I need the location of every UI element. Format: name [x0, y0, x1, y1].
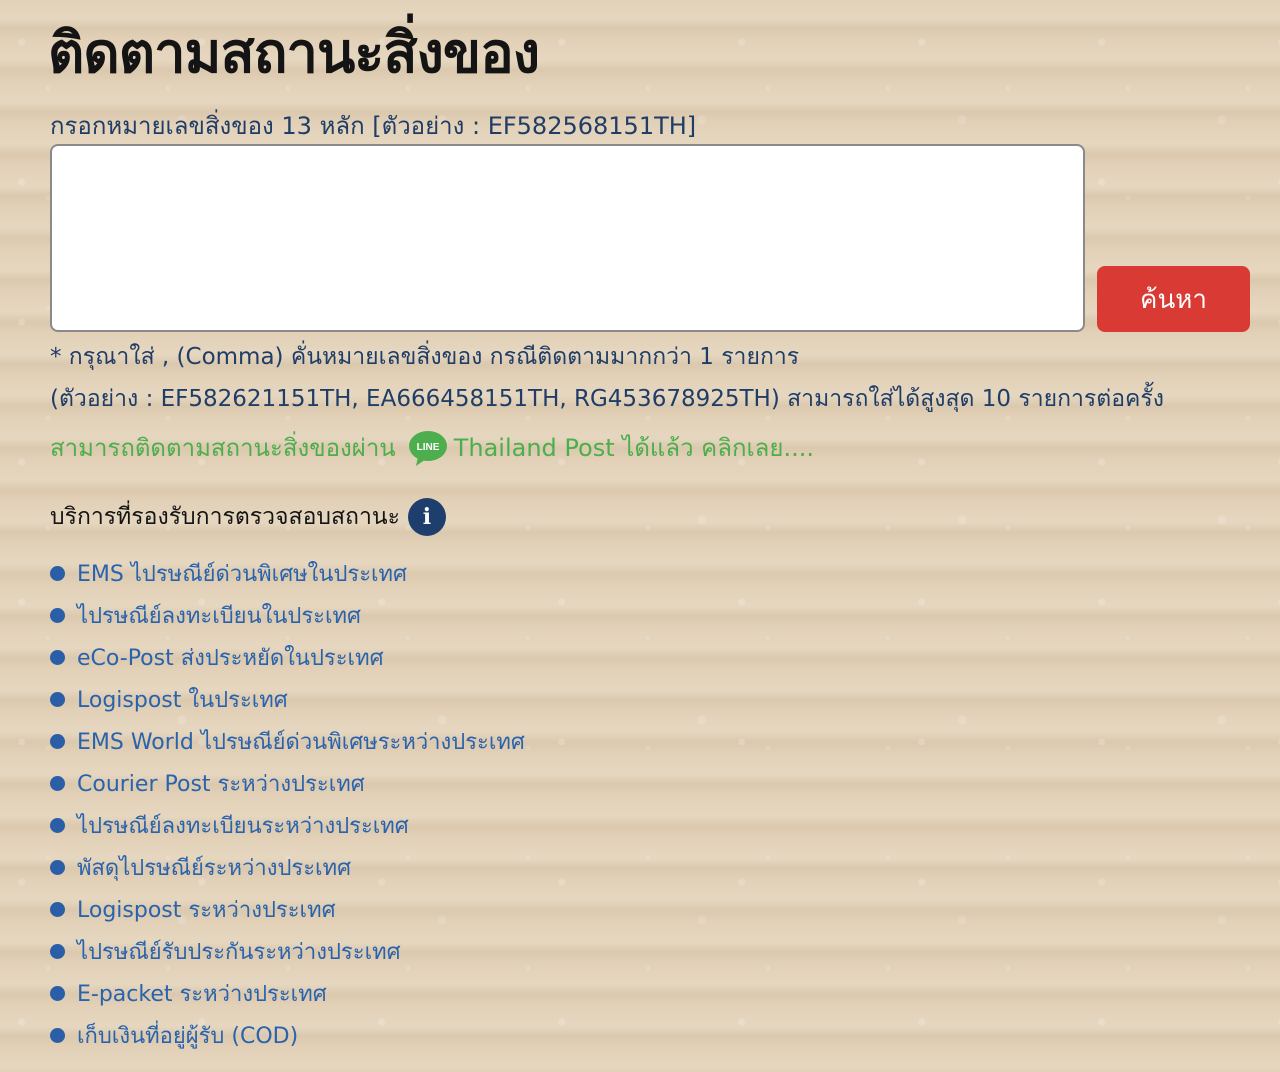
bullet-icon — [50, 607, 65, 623]
service-list-item: ไปรษณีย์ลงทะเบียนระหว่างประเทศ — [50, 804, 525, 846]
service-list-item: เก็บเงินที่อยู่ผู้รับ (COD) — [50, 1014, 525, 1056]
bullet-icon — [50, 733, 65, 749]
comma-hint-text: * กรุณาใส่ , (Comma) คั่นหมายเลขสิ่งของ … — [50, 344, 800, 370]
service-link[interactable]: EMS World ไปรษณีย์ด่วนพิเศษระหว่างประเทศ — [77, 724, 525, 759]
service-list-item: Logispost ในประเทศ — [50, 678, 525, 720]
service-link[interactable]: เก็บเงินที่อยู่ผู้รับ (COD) — [77, 1018, 298, 1053]
service-list-item: พัสดุไปรษณีย์ระหว่างประเทศ — [50, 846, 525, 888]
bullet-icon — [50, 691, 65, 707]
line-icon: LINE — [408, 429, 448, 467]
service-link[interactable]: eCo-Post ส่งประหยัดในประเทศ — [77, 640, 384, 675]
service-link[interactable]: Logispost ระหว่างประเทศ — [77, 892, 336, 927]
tracking-number-input[interactable] — [50, 144, 1085, 332]
service-link[interactable]: E-packet ระหว่างประเทศ — [77, 976, 327, 1011]
service-list-item: ไปรษณีย์ลงทะเบียนในประเทศ — [50, 594, 525, 636]
service-list-item: ไปรษณีย์รับประกันระหว่างประเทศ — [50, 930, 525, 972]
service-link[interactable]: EMS ไปรษณีย์ด่วนพิเศษในประเทศ — [77, 556, 407, 591]
info-icon[interactable]: i — [407, 498, 446, 536]
services-heading: บริการที่รองรับการตรวจสอบสถานะ i — [50, 498, 446, 536]
service-link[interactable]: Logispost ในประเทศ — [77, 682, 288, 717]
bullet-icon — [50, 859, 65, 875]
service-list: EMS ไปรษณีย์ด่วนพิเศษในประเทศไปรษณีย์ลงท… — [50, 552, 525, 1056]
service-list-item: E-packet ระหว่างประเทศ — [50, 972, 525, 1014]
bullet-icon — [50, 985, 65, 1001]
service-list-item: EMS ไปรษณีย์ด่วนพิเศษในประเทศ — [50, 552, 525, 594]
page-title: ติดตามสถานะสิ่งของ — [48, 21, 540, 86]
service-list-item: EMS World ไปรษณีย์ด่วนพิเศษระหว่างประเทศ — [50, 720, 525, 762]
bullet-icon — [50, 943, 65, 959]
service-link[interactable]: ไปรษณีย์ลงทะเบียนในประเทศ — [77, 598, 361, 633]
line-promo-text-after: Thailand Post ได้แล้ว คลิกเลย.... — [453, 434, 814, 462]
svg-text:LINE: LINE — [416, 442, 439, 453]
service-link[interactable]: ไปรษณีย์รับประกันระหว่างประเทศ — [77, 934, 401, 969]
bullet-icon — [50, 817, 65, 833]
bullet-icon — [50, 649, 65, 665]
search-button[interactable]: ค้นหา — [1097, 266, 1250, 332]
service-link[interactable]: ไปรษณีย์ลงทะเบียนระหว่างประเทศ — [77, 808, 409, 843]
line-promo-text-before: สามารถติดตามสถานะสิ่งของผ่าน — [50, 434, 396, 462]
service-link[interactable]: พัสดุไปรษณีย์ระหว่างประเทศ — [77, 850, 351, 885]
service-list-item: Logispost ระหว่างประเทศ — [50, 888, 525, 930]
bullet-icon — [50, 565, 65, 581]
tracking-input-label: กรอกหมายเลขสิ่งของ 13 หลัก [ตัวอย่าง : E… — [50, 112, 697, 140]
services-heading-text: บริการที่รองรับการตรวจสอบสถานะ — [50, 504, 400, 530]
service-list-item: eCo-Post ส่งประหยัดในประเทศ — [50, 636, 525, 678]
line-promo-link[interactable]: สามารถติดตามสถานะสิ่งของผ่าน LINE Thaila… — [50, 428, 814, 467]
service-list-item: Courier Post ระหว่างประเทศ — [50, 762, 525, 804]
bullet-icon — [50, 775, 65, 791]
service-link[interactable]: Courier Post ระหว่างประเทศ — [77, 766, 365, 801]
bullet-icon — [50, 1027, 65, 1043]
bullet-icon — [50, 901, 65, 917]
example-hint-text: (ตัวอย่าง : EF582621151TH, EA666458151TH… — [50, 386, 1164, 412]
